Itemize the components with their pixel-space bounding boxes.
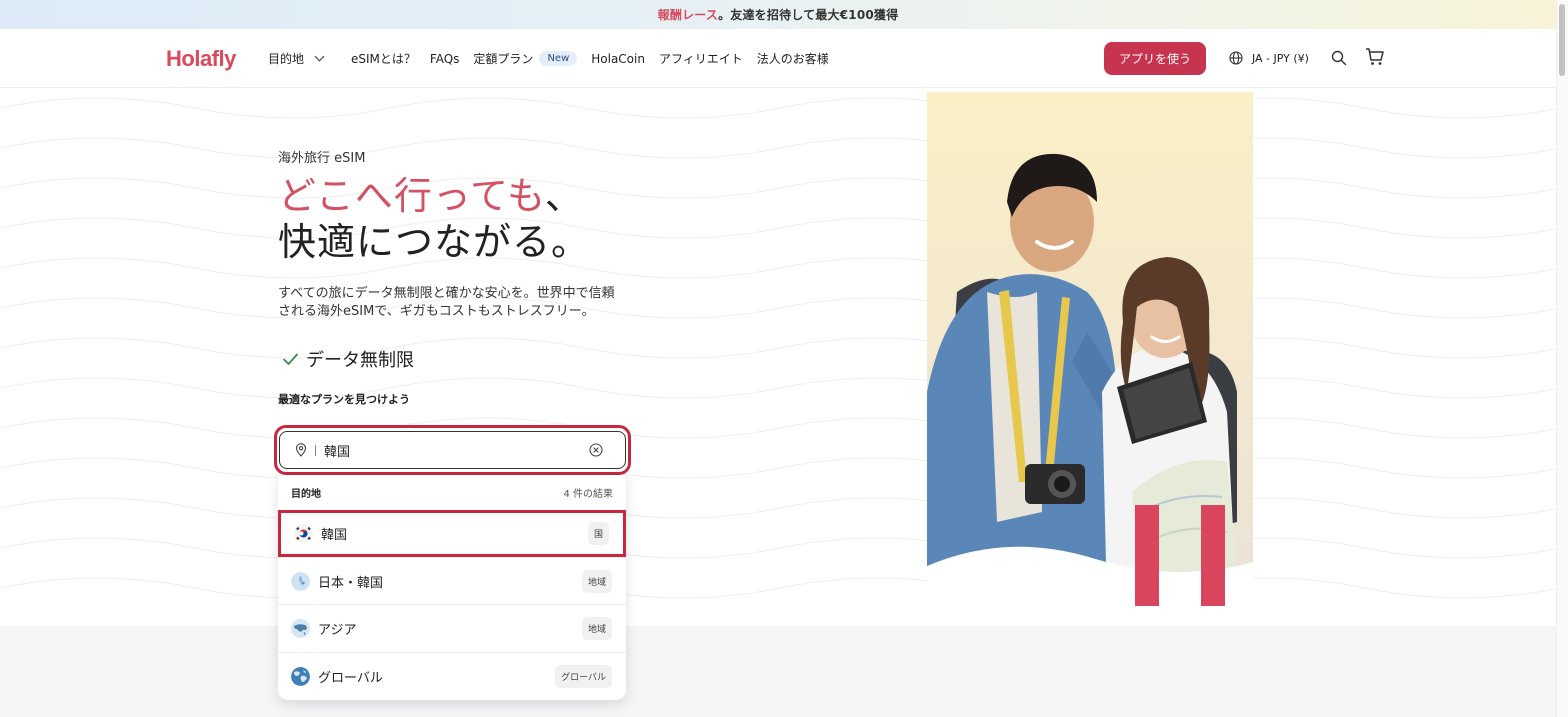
result-name: 韓国 xyxy=(321,528,348,543)
find-plan-label: 最適なプランを見つけよう xyxy=(278,393,410,406)
hero-description: すべての旅にデータ無制限と確かな安心を。世界中で信頼される海外eSIMで、ギガも… xyxy=(278,286,615,319)
globe-asia-icon xyxy=(291,618,310,638)
nav-label: eSIMとは？ xyxy=(351,52,416,66)
hero-headline: どこへ行っても、 快適につながる。 xyxy=(278,173,590,265)
new-badge: New xyxy=(539,51,578,66)
promo-text: 。友達を招待して最大€100獲得 xyxy=(718,8,899,22)
nav-business[interactable]: 法人のお客様 xyxy=(757,50,829,67)
nav-affiliate[interactable]: アフィリエイト xyxy=(659,50,743,67)
language-label: JA - JPY (¥) xyxy=(1252,51,1309,65)
destination-search[interactable] xyxy=(279,431,626,469)
nav-label: FAQs xyxy=(429,51,460,66)
results-heading: 目的地 xyxy=(291,489,321,500)
result-item-global[interactable]: グローバル グローバル xyxy=(278,652,626,699)
globe-world-icon xyxy=(291,666,310,686)
korea-flag-icon xyxy=(294,524,313,543)
hero-eyebrow: 海外旅行 eSIM xyxy=(278,151,366,166)
search-icon[interactable] xyxy=(1331,50,1347,66)
cart-icon[interactable] xyxy=(1365,47,1385,67)
wave-pattern xyxy=(0,97,1556,599)
result-type-tag: グローバル xyxy=(555,664,612,688)
result-item-korea[interactable]: 韓国 国 xyxy=(278,510,626,557)
hero-section xyxy=(0,88,1556,626)
language-selector[interactable]: JA - JPY (¥) xyxy=(1229,51,1309,65)
brand-bar-right xyxy=(1201,505,1225,606)
search-results-dropdown: 目的地 4 件の結果 韓国 国 日本・韓国 地域 アジア 地域 グローバル グロ… xyxy=(278,475,626,700)
globe-japan-korea-icon xyxy=(291,571,310,591)
page-scrollbar[interactable] xyxy=(1556,0,1568,717)
headline-comma: 、 xyxy=(544,174,584,218)
location-pin-icon xyxy=(295,443,307,457)
headline-accent: どこへ行っても xyxy=(278,174,545,218)
result-name: アジア xyxy=(318,622,357,638)
result-item-japan-korea[interactable]: 日本・韓国 地域 xyxy=(278,557,626,604)
check-icon xyxy=(283,353,298,365)
nav-holacoin[interactable]: HolaCoin xyxy=(591,52,645,66)
result-type-tag: 国 xyxy=(587,522,609,545)
nav-destinations[interactable]: 目的地 xyxy=(268,50,337,67)
next-section-band xyxy=(0,626,1556,717)
promo-banner[interactable]: 報酬レース 。友達を招待して最大€100獲得 xyxy=(0,0,1556,29)
result-name: 日本・韓国 xyxy=(318,575,384,591)
nav-faqs[interactable]: FAQs xyxy=(430,52,460,66)
globe-icon xyxy=(1229,51,1243,65)
feature-label: データ無制限 xyxy=(306,350,414,371)
use-app-button[interactable]: アプリを使う xyxy=(1104,42,1206,75)
nav-label: 法人のお客様 xyxy=(756,52,829,66)
headline-line2: 快適につながる。 xyxy=(278,220,591,264)
holafly-logo[interactable]: Holafly xyxy=(166,46,236,72)
feature-unlimited-data: データ無制限 xyxy=(282,346,414,372)
destination-search-input[interactable] xyxy=(324,442,564,458)
nav-label: HolaCoin xyxy=(591,51,645,66)
nav-label: 定額プラン xyxy=(473,52,534,66)
nav-label: アフィリエイト xyxy=(658,52,743,66)
chevron-down-icon xyxy=(314,51,325,62)
promo-accent: 報酬レース xyxy=(657,8,719,22)
brand-bar-left xyxy=(1135,505,1159,606)
results-count: 4 件の結果 xyxy=(563,489,613,500)
nav-label: 目的地 xyxy=(268,52,305,66)
scrollbar-thumb[interactable] xyxy=(1559,4,1565,76)
nav-subscription-plans[interactable]: 定額プラン New xyxy=(473,50,578,67)
result-type-tag: 地域 xyxy=(581,616,612,640)
nav-what-is-esim[interactable]: eSIMとは？ xyxy=(351,50,416,67)
result-type-tag: 地域 xyxy=(581,569,612,593)
search-divider xyxy=(315,444,316,456)
main-nav: 目的地 eSIMとは？ FAQs 定額プラン New HolaCoin アフィリ… xyxy=(268,50,843,67)
result-item-asia[interactable]: アジア 地域 xyxy=(278,604,626,651)
clear-icon[interactable] xyxy=(589,443,603,457)
result-name: グローバル xyxy=(318,670,383,686)
